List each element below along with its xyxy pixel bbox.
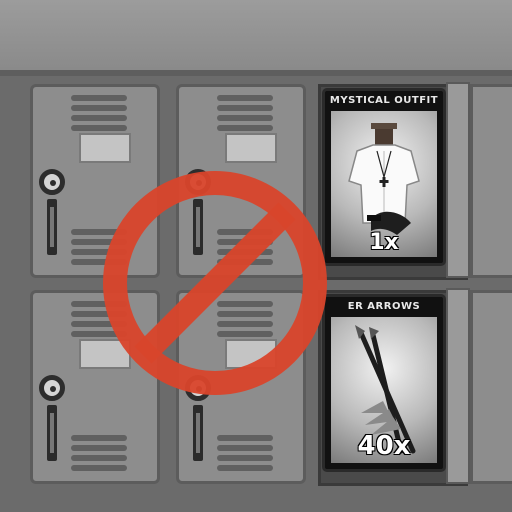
game-scene: MYSTICAL OUTFIT 1x ER ARROWS 40x bbox=[0, 0, 512, 512]
prohibition-icon bbox=[103, 171, 327, 395]
